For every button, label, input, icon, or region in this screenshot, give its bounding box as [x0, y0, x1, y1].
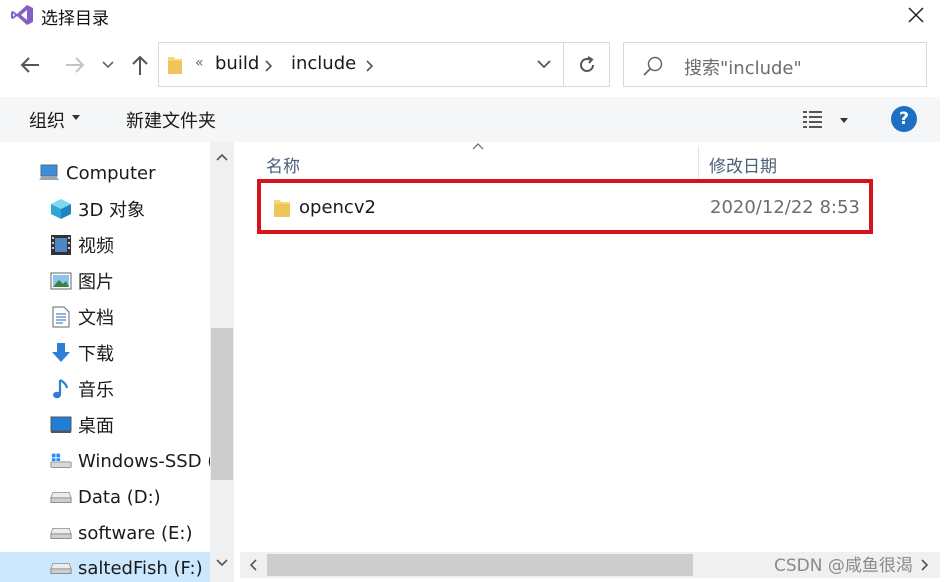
chevron-left-icon — [249, 559, 257, 571]
scroll-down-button[interactable] — [211, 552, 233, 574]
drive-icon — [50, 486, 72, 508]
arrow-left-icon — [20, 57, 39, 73]
nav-item-label: 视频 — [78, 236, 114, 257]
nav-item-saltedfish-f[interactable]: saltedFish (F:) — [0, 552, 210, 582]
nav-item-label: 下载 — [78, 344, 114, 365]
download-icon — [50, 342, 72, 364]
document-icon — [50, 306, 72, 328]
nav-item-label: 3D 对象 — [78, 200, 146, 221]
nav-item-downloads[interactable]: 下载 — [50, 337, 114, 369]
column-header-date-modified[interactable]: 修改日期 — [709, 152, 777, 177]
nav-item-label: saltedFish (F:) — [78, 557, 203, 579]
nav-item-label: Windows-SSD ( — [78, 450, 215, 472]
nav-item-pictures[interactable]: 图片 — [50, 265, 114, 297]
column-divider[interactable] — [698, 146, 699, 178]
caret-down-icon[interactable] — [71, 112, 81, 122]
recent-locations-button[interactable] — [95, 50, 121, 80]
chevron-up-icon — [216, 153, 228, 161]
nav-item-documents[interactable]: 文档 — [50, 301, 114, 333]
close-button[interactable] — [896, 0, 936, 30]
back-button[interactable] — [15, 50, 45, 80]
visual-studio-icon — [11, 5, 33, 25]
refresh-button[interactable] — [564, 43, 610, 86]
chevron-down-icon — [102, 61, 114, 69]
nav-item-data-d[interactable]: Data (D:) — [50, 481, 161, 513]
address-bar[interactable]: « build include — [158, 42, 610, 87]
folder-icon — [168, 57, 182, 74]
picture-icon — [50, 270, 72, 292]
window-title: 选择目录 — [41, 9, 109, 29]
close-icon — [908, 7, 924, 23]
nav-item-label: 图片 — [78, 272, 114, 293]
nav-item-label: 音乐 — [78, 380, 114, 401]
nav-item-windows-ssd[interactable]: Windows-SSD ( — [50, 445, 214, 477]
scroll-up-button[interactable] — [211, 146, 233, 168]
folder-icon — [274, 200, 290, 217]
breadcrumb-include[interactable]: include — [291, 53, 356, 74]
file-list: 名称 修改日期 opencv2 2020/12/22 8:53 — [240, 142, 940, 552]
chevron-right-icon — [921, 559, 929, 571]
watermark: CSDN @咸鱼很渴 — [774, 556, 913, 576]
navigation-scrollbar-thumb[interactable] — [211, 328, 233, 480]
search-placeholder: 搜索"include" — [684, 58, 802, 79]
help-button[interactable]: ? — [891, 106, 917, 132]
caret-down-icon — [840, 118, 848, 123]
address-history-button[interactable] — [525, 43, 563, 86]
chevron-down-icon — [537, 60, 551, 69]
arrow-up-icon — [132, 55, 148, 75]
nav-item-desktop[interactable]: 桌面 — [50, 409, 114, 441]
drive-icon — [50, 522, 72, 544]
nav-item-computer[interactable]: Computer — [38, 157, 155, 189]
nav-item-music[interactable]: 音乐 — [50, 373, 114, 405]
cube-icon — [50, 198, 72, 220]
change-view-button[interactable] — [802, 107, 854, 133]
arrow-right-icon — [66, 57, 85, 73]
table-row[interactable]: opencv2 2020/12/22 8:53 — [257, 179, 873, 234]
nav-item-3d-objects[interactable]: 3D 对象 — [50, 193, 145, 225]
forward-button[interactable] — [60, 50, 90, 80]
chevron-right-icon[interactable] — [366, 60, 374, 72]
chevron-down-icon — [216, 559, 228, 567]
nav-item-label: software (E:) — [78, 522, 193, 544]
title-bar: 选择目录 — [0, 0, 946, 30]
sort-ascending-icon — [472, 143, 484, 150]
refresh-icon — [580, 55, 594, 72]
drive-icon — [50, 557, 72, 579]
computer-icon — [38, 162, 60, 184]
nav-item-label: 桌面 — [78, 416, 114, 437]
up-button[interactable] — [125, 50, 155, 80]
nav-item-label: Data (D:) — [78, 486, 161, 508]
breadcrumb-overflow[interactable]: « — [195, 55, 204, 71]
search-icon — [643, 56, 663, 76]
breadcrumb-build[interactable]: build — [215, 53, 259, 74]
nav-item-label: 文档 — [78, 308, 114, 329]
nav-item-videos[interactable]: 视频 — [50, 229, 114, 261]
nav-item-label: Computer — [66, 162, 156, 184]
command-bar: 组织 新建文件夹 ? — [0, 97, 940, 142]
drive-os-icon — [50, 450, 72, 472]
music-icon — [50, 378, 72, 400]
details-view-icon — [803, 111, 822, 128]
chevron-right-icon — [265, 60, 273, 72]
organize-button[interactable]: 组织 — [29, 107, 65, 133]
navigation-pane: Computer 3D 对象 视频 图片 文档 下载 音乐 桌面 Windows… — [0, 142, 233, 582]
desktop-icon — [50, 414, 72, 436]
scroll-left-button[interactable] — [242, 554, 264, 576]
search-input[interactable]: 搜索"include" — [623, 42, 927, 87]
film-icon — [50, 234, 72, 256]
column-header-name[interactable]: 名称 — [266, 152, 300, 177]
nav-item-software-e[interactable]: software (E:) — [50, 517, 193, 549]
horizontal-scrollbar-thumb[interactable] — [267, 554, 693, 576]
new-folder-button[interactable]: 新建文件夹 — [126, 107, 216, 133]
file-date-modified: 2020/12/22 8:53 — [710, 197, 860, 218]
scroll-right-button[interactable] — [914, 554, 936, 576]
file-name: opencv2 — [299, 197, 376, 218]
